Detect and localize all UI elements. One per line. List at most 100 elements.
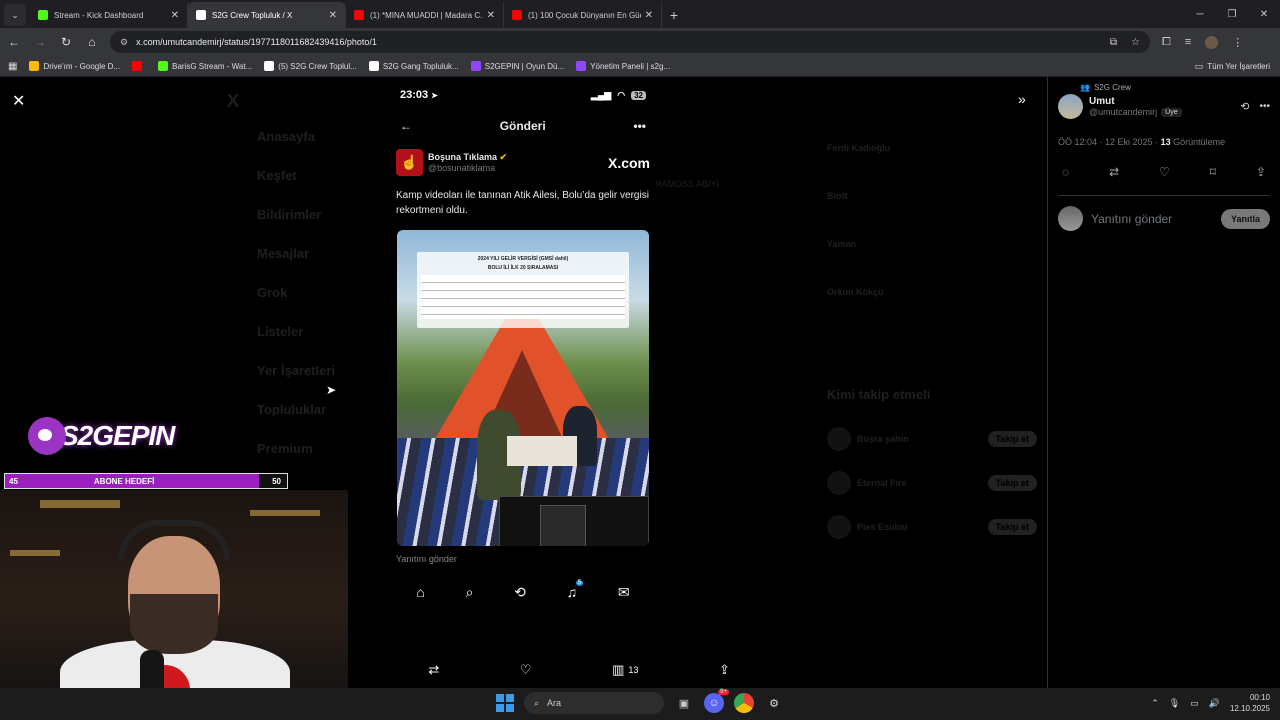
- share-icon-right[interactable]: ⇪: [1256, 165, 1266, 179]
- volume-icon[interactable]: 🔊: [1209, 698, 1220, 709]
- media-image: 23:03 ➤ ▂▄▆ ◠ 32 ← Gönderi ••• ☝ Boşuna …: [390, 83, 656, 693]
- task-view-icon[interactable]: ▣: [674, 693, 694, 713]
- share-icon: ⇪: [719, 662, 730, 677]
- logo-text: S2GEPIN: [60, 420, 175, 451]
- browser-tab[interactable]: (1) *MINA MUADDI | Madara C... ✕: [346, 2, 504, 28]
- home-icon: ⌂: [88, 35, 96, 49]
- follow-button: Takip et: [987, 431, 1037, 447]
- author-handle-right[interactable]: @umutcandemirj: [1089, 107, 1157, 117]
- shelf-light-1: [40, 500, 120, 508]
- tab-close-icon[interactable]: ✕: [645, 10, 653, 21]
- retweet-icon-right[interactable]: ⇄: [1109, 165, 1119, 179]
- author-avatar-right[interactable]: [1058, 94, 1083, 119]
- bookmark-label: Yönetim Paneli | s2g...: [590, 61, 671, 71]
- url-bar[interactable]: ⚙ x.com/umutcandemirj/status/19771180116…: [110, 31, 1150, 53]
- tab-close-icon[interactable]: ✕: [329, 10, 337, 21]
- bookmark-item[interactable]: Yönetim Paneli | s2g...: [576, 61, 670, 71]
- reload-button[interactable]: ↻: [54, 30, 78, 54]
- background-nav-item: Keşfet: [257, 168, 297, 183]
- bookmark-item[interactable]: S2GEPIN | Oyun Dü...: [470, 61, 564, 71]
- views-action-button[interactable]: ▥ 13: [612, 662, 638, 678]
- xcom-watermark: X.com: [607, 154, 650, 171]
- views-count: 13: [628, 665, 639, 675]
- taskbar-search[interactable]: ⌕ Ara: [524, 692, 664, 714]
- apps-grid-icon[interactable]: ▦: [8, 61, 17, 72]
- window-close-button[interactable]: ✕: [1248, 0, 1280, 28]
- discord-badge: 9+: [718, 689, 729, 695]
- tab-close-icon[interactable]: ✕: [171, 10, 179, 21]
- tab-close-icon[interactable]: ✕: [487, 10, 495, 21]
- tray-overflow-icon[interactable]: ⌃: [1151, 698, 1159, 709]
- bookmark-item[interactable]: (5) S2G Crew Toplul...: [264, 61, 357, 71]
- new-tab-button[interactable]: +: [662, 2, 686, 28]
- bookmark-icon[interactable]: ⌑: [1210, 165, 1216, 179]
- phone-header-title: Gönderi: [499, 119, 546, 133]
- shelf-light-2: [250, 510, 320, 516]
- kick-icon: [38, 10, 48, 20]
- phone-mail-icon: ✉: [617, 584, 630, 600]
- youtube-icon: [132, 61, 143, 71]
- clock[interactable]: 00:10 12.10.2025: [1230, 692, 1270, 714]
- toggle-panel-button[interactable]: »: [1018, 91, 1026, 107]
- forward-button[interactable]: →: [28, 30, 52, 54]
- community-label[interactable]: 👥 S2G Crew: [1080, 83, 1270, 92]
- tweet-time[interactable]: ÖÖ 12:04 · 12 Eki 2025 ·: [1058, 137, 1161, 147]
- bookmark-item[interactable]: S2G Gang Topluluk...: [368, 61, 459, 71]
- bookmark-star-icon[interactable]: ☆: [1131, 37, 1140, 48]
- profile-avatar[interactable]: [1205, 35, 1219, 49]
- bookmark-item[interactable]: BarisG Stream - Wat...: [158, 61, 252, 71]
- phone-home-icon: ⌂: [416, 584, 425, 600]
- phone-time: 23:03: [400, 89, 429, 101]
- extensions-icon[interactable]: ⧠: [1162, 36, 1171, 49]
- browser-tab[interactable]: Stream - Kick Dashboard ✕: [30, 2, 188, 28]
- back-button[interactable]: ←: [2, 30, 26, 54]
- browser-tab-bar: ⌄ Stream - Kick Dashboard ✕ S2G Crew Toplu…: [0, 0, 1280, 28]
- home-button[interactable]: ⌂: [80, 30, 104, 54]
- my-avatar: [1058, 206, 1083, 231]
- browser-tab[interactable]: S2G Crew Topluluk / X ✕: [188, 2, 346, 28]
- site-info-icon[interactable]: ⚙: [120, 37, 128, 48]
- who-to-follow-title: Kimi takip etmeli: [827, 387, 931, 402]
- retweet-action-button[interactable]: ⇄: [428, 662, 439, 678]
- drive-icon: [29, 61, 40, 71]
- reply-submit-button[interactable]: Yanıtla: [1220, 208, 1270, 229]
- background-person-row: Pies Esubal Takip et: [827, 505, 1037, 549]
- author-handle: @bosunatiklama: [428, 163, 496, 173]
- start-button[interactable]: [496, 694, 514, 712]
- heart-icon-right[interactable]: ♡: [1159, 165, 1170, 179]
- discord-icon[interactable]: ☺ 9+: [704, 689, 729, 713]
- grok-icon[interactable]: ⟲: [1240, 100, 1249, 113]
- chrome-icon[interactable]: [734, 693, 754, 713]
- mouse-cursor: ➤: [326, 383, 337, 397]
- install-app-icon[interactable]: ⧉: [1110, 37, 1117, 48]
- shelf-light-3: [10, 550, 60, 556]
- share-action-button[interactable]: ⇪: [719, 662, 730, 678]
- all-bookmarks-button[interactable]: ▭ Tüm Yer İşaretleri: [1195, 61, 1270, 72]
- background-trend-item: Orkun Kökçü: [827, 287, 884, 297]
- background-trend-item: Bioft: [827, 191, 848, 201]
- bookmark-item[interactable]: [132, 61, 146, 71]
- app-icon[interactable]: ⚙: [764, 693, 784, 713]
- browser-tab[interactable]: (1) 100 Çocuk Dünyanın En Güç... ✕: [504, 2, 662, 28]
- reload-icon: ↻: [60, 35, 72, 49]
- browser-menu-icon[interactable]: ⋮: [1232, 36, 1243, 49]
- goal-target: 50: [270, 476, 283, 486]
- tab-search-button[interactable]: ⌄: [4, 4, 26, 26]
- tab-title: (1) 100 Çocuk Dünyanın En Güç...: [528, 10, 641, 20]
- address-toolbar: ← → ↻ ⌂ ⚙ x.com/umutcandemirj/status/197…: [0, 28, 1280, 56]
- tweet-meta: ÖÖ 12:04 · 12 Eki 2025 · 13 Görüntüleme: [1058, 137, 1270, 147]
- tab-title: (1) *MINA MUADDI | Madara C...: [370, 10, 483, 20]
- author-display-name[interactable]: Umut: [1089, 96, 1182, 107]
- reading-list-icon[interactable]: ≡: [1185, 36, 1191, 49]
- like-action-button[interactable]: ♡: [520, 662, 532, 678]
- bookmark-item[interactable]: Drive'ım - Google D...: [29, 61, 120, 71]
- more-options-icon[interactable]: •••: [1259, 101, 1270, 112]
- reply-icon-right[interactable]: ◌: [1062, 165, 1069, 179]
- minimize-button[interactable]: ─: [1184, 0, 1216, 28]
- microphone-icon[interactable]: 🎙: [1169, 698, 1180, 709]
- reply-input[interactable]: Yanıtını gönder: [1091, 212, 1172, 226]
- restore-button[interactable]: ❐: [1216, 0, 1248, 28]
- pointer-hand-icon: ☝: [400, 154, 419, 170]
- close-media-button[interactable]: ✕: [12, 91, 25, 111]
- network-icon[interactable]: ▭: [1190, 698, 1199, 709]
